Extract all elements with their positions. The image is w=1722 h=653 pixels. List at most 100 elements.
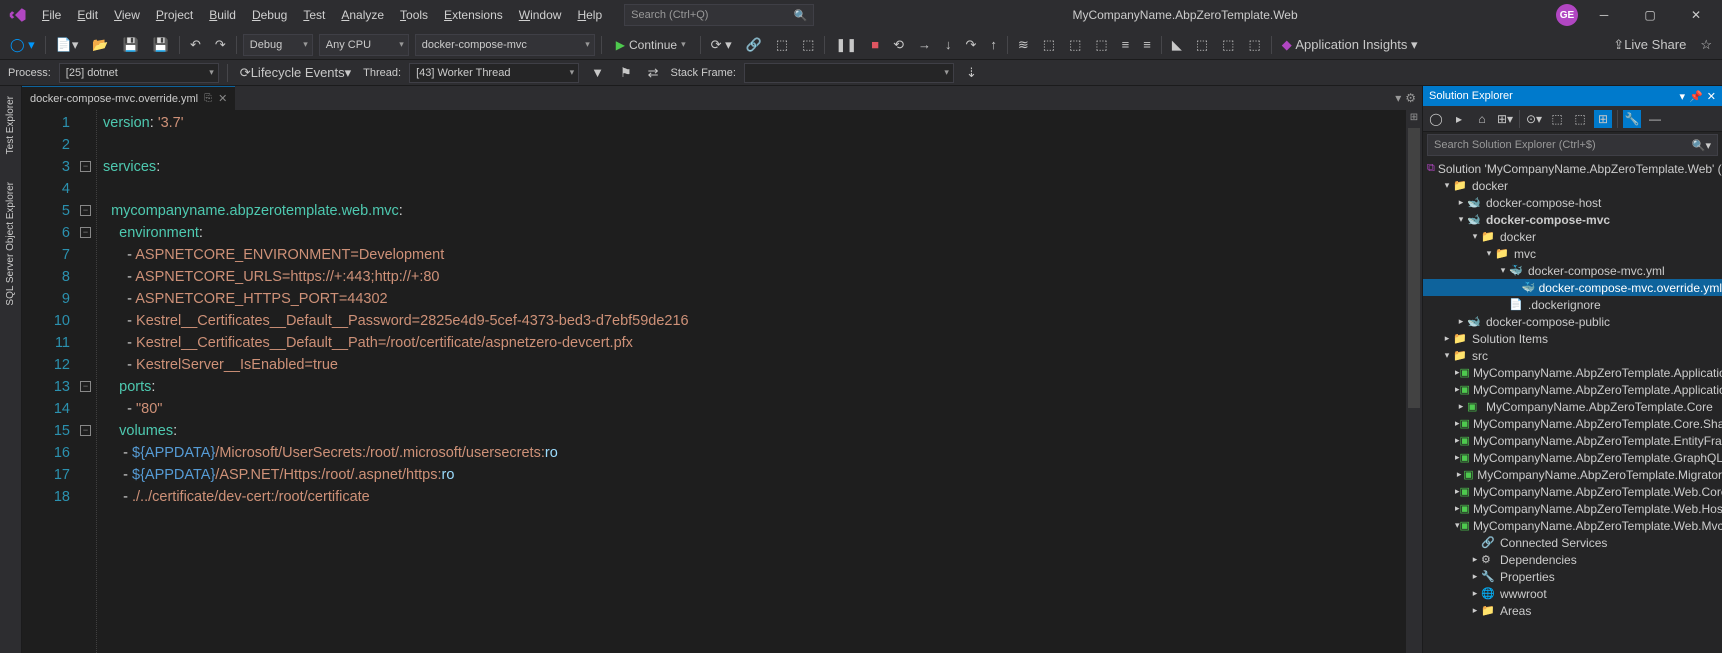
step-out-button[interactable]: ↑ <box>986 35 1001 54</box>
step-into-button[interactable]: ↓ <box>941 35 956 54</box>
continue-button[interactable]: ▶ Continue ▾ <box>608 36 694 54</box>
wrench-icon[interactable]: 🔧 <box>1623 110 1641 128</box>
code-content[interactable]: version: '3.7'services: mycompanyname.ab… <box>96 110 1406 653</box>
pin-icon[interactable]: ⎘ <box>204 93 212 104</box>
properties-icon[interactable]: ⊞ <box>1594 110 1612 128</box>
browser-link-button[interactable]: 🔗 <box>742 35 766 55</box>
step-over-button[interactable]: ↷ <box>961 35 980 55</box>
stop-button[interactable]: ■ <box>867 35 883 54</box>
tree-item[interactable]: ▾▣MyCompanyName.AbpZeroTemplate.Web.Mvc <box>1423 517 1722 534</box>
tb-icon[interactable]: ⬚ <box>1244 35 1264 55</box>
nav-back-button[interactable]: ◯ ▾ <box>6 35 39 55</box>
tree-item[interactable]: ▸▣MyCompanyName.AbpZeroTemplate.Applicat… <box>1423 381 1722 398</box>
menu-window[interactable]: Window <box>511 4 570 26</box>
fold-toggle[interactable]: − <box>80 381 91 392</box>
tree-item[interactable]: ▾📁docker <box>1423 177 1722 194</box>
filter-icon[interactable]: ▼ <box>587 63 608 82</box>
solution-tree[interactable]: ⧉Solution 'MyCompanyName.AbpZeroTemplate… <box>1423 158 1722 653</box>
menu-help[interactable]: Help <box>569 4 610 26</box>
next-statement-button[interactable]: → <box>914 35 935 54</box>
tree-item[interactable]: ▸▣MyCompanyName.AbpZeroTemplate.Web.Host <box>1423 500 1722 517</box>
panel-title-bar[interactable]: Solution Explorer ▾ 📌 ✕ <box>1423 86 1722 106</box>
undo-button[interactable]: ↶ <box>186 35 205 55</box>
tree-item[interactable]: ▸▣MyCompanyName.AbpZeroTemplate.Core <box>1423 398 1722 415</box>
redo-button[interactable]: ↷ <box>211 35 230 55</box>
scrollbar[interactable]: ⊞ <box>1406 110 1422 653</box>
stackframe-dropdown[interactable] <box>744 63 954 83</box>
split-icon[interactable]: ⊞ <box>1408 112 1420 124</box>
user-badge[interactable]: GE <box>1556 4 1578 26</box>
new-item-button[interactable]: 📄▾ <box>52 35 83 55</box>
tb-icon[interactable]: ≋ <box>1014 35 1033 55</box>
flag-icon[interactable]: ⚑ <box>616 63 636 83</box>
tb-icon[interactable]: ≡ <box>1118 35 1134 54</box>
tb-icon[interactable]: ⬚ <box>1065 35 1085 55</box>
tree-item[interactable]: ▸⚙Dependencies <box>1423 551 1722 568</box>
platform-dropdown[interactable]: Any CPU <box>319 34 409 56</box>
insights-button[interactable]: ◆ Application Insights ▾ <box>1278 35 1422 55</box>
home-icon[interactable]: ⌂ <box>1473 110 1491 128</box>
fold-toggle[interactable]: − <box>80 425 91 436</box>
preview-icon[interactable]: — <box>1646 110 1664 128</box>
forward-icon[interactable]: ▸ <box>1450 110 1468 128</box>
tree-item[interactable]: ▸🐋docker-compose-public <box>1423 313 1722 330</box>
scroll-thumb[interactable] <box>1408 128 1420 408</box>
feedback-icon[interactable]: ☆ <box>1696 35 1716 55</box>
tree-item[interactable]: ▸▣MyCompanyName.AbpZeroTemplate.Migrator <box>1423 466 1722 483</box>
tree-item[interactable]: ▸▣MyCompanyName.AbpZeroTemplate.EntityFr… <box>1423 432 1722 449</box>
sql-explorer-tab[interactable]: SQL Server Object Explorer <box>3 178 18 310</box>
test-explorer-tab[interactable]: Test Explorer <box>3 92 18 158</box>
back-icon[interactable]: ◯ <box>1427 110 1445 128</box>
panel-close-icon[interactable]: ✕ <box>1707 90 1716 103</box>
menu-edit[interactable]: Edit <box>69 4 106 26</box>
tree-item[interactable]: ▾📁docker <box>1423 228 1722 245</box>
menu-file[interactable]: File <box>34 4 69 26</box>
open-button[interactable]: 📂 <box>88 35 112 55</box>
save-button[interactable]: 💾 <box>119 35 143 55</box>
pause-button[interactable]: ❚❚ <box>831 35 861 55</box>
collapse-icon[interactable]: ⬚ <box>1571 110 1589 128</box>
tb-icon[interactable]: ⬚ <box>772 35 792 55</box>
solution-root[interactable]: ⧉Solution 'MyCompanyName.AbpZeroTemplate… <box>1423 160 1722 177</box>
tree-item[interactable]: ▾🐳docker-compose-mvc.yml <box>1423 262 1722 279</box>
overflow-icon[interactable]: ⇣ <box>962 63 981 83</box>
tab-settings-icon[interactable]: ⚙ <box>1405 91 1416 105</box>
fold-toggle[interactable]: − <box>80 227 91 238</box>
fold-toggle[interactable]: − <box>80 161 91 172</box>
tree-item[interactable]: ▸▣MyCompanyName.AbpZeroTemplate.Core.Sha… <box>1423 415 1722 432</box>
tree-item[interactable]: ▸🌐wwwroot <box>1423 585 1722 602</box>
sync-icon[interactable]: ⊙▾ <box>1525 110 1543 128</box>
bookmark-icon[interactable]: ◣ <box>1168 35 1186 55</box>
panel-pin-icon[interactable]: 📌 <box>1689 90 1703 103</box>
menu-tools[interactable]: Tools <box>392 4 436 26</box>
tree-item[interactable]: ▸▣MyCompanyName.AbpZeroTemplate.GraphQL <box>1423 449 1722 466</box>
search-input[interactable]: Search (Ctrl+Q) 🔍 <box>624 4 814 26</box>
close-tab-icon[interactable]: ✕ <box>218 92 227 105</box>
maximize-button[interactable]: ▢ <box>1630 0 1670 30</box>
switch-views-icon[interactable]: ⊞▾ <box>1496 110 1514 128</box>
tb-icon[interactable]: ⬚ <box>1218 35 1238 55</box>
file-tab[interactable]: docker-compose-mvc.override.yml ⎘ ✕ <box>22 86 235 110</box>
refresh-button[interactable]: ⟳ ▾ <box>707 35 736 55</box>
tree-item[interactable]: ▸🐋docker-compose-host <box>1423 194 1722 211</box>
show-all-icon[interactable]: ⬚ <box>1548 110 1566 128</box>
tb-icon[interactable]: ≡ <box>1139 35 1155 54</box>
startup-project-dropdown[interactable]: docker-compose-mvc <box>415 34 595 56</box>
tree-item[interactable]: ▸▣MyCompanyName.AbpZeroTemplate.Web.Core <box>1423 483 1722 500</box>
minimize-button[interactable]: ─ <box>1584 0 1624 30</box>
menu-view[interactable]: View <box>106 4 148 26</box>
tree-item[interactable]: ▸📁Areas <box>1423 602 1722 619</box>
tree-item[interactable]: ▸▣MyCompanyName.AbpZeroTemplate.Applicat… <box>1423 364 1722 381</box>
menu-debug[interactable]: Debug <box>244 4 295 26</box>
tab-overflow-icon[interactable]: ▾ <box>1395 91 1401 105</box>
tree-item[interactable]: 🔗Connected Services <box>1423 534 1722 551</box>
thread-dropdown[interactable]: [43] Worker Thread <box>409 63 579 83</box>
save-all-button[interactable]: 💾 <box>149 35 173 55</box>
process-dropdown[interactable]: [25] dotnet <box>59 63 219 83</box>
tb-icon[interactable]: ⬚ <box>1039 35 1059 55</box>
tree-item[interactable]: ▾📁src <box>1423 347 1722 364</box>
tree-item[interactable]: 🐳docker-compose-mvc.override.yml <box>1423 279 1722 296</box>
tree-item[interactable]: ▸🔧Properties <box>1423 568 1722 585</box>
restart-button[interactable]: ⟲ <box>889 35 908 55</box>
thread-icon[interactable]: ⇄ <box>644 63 663 83</box>
